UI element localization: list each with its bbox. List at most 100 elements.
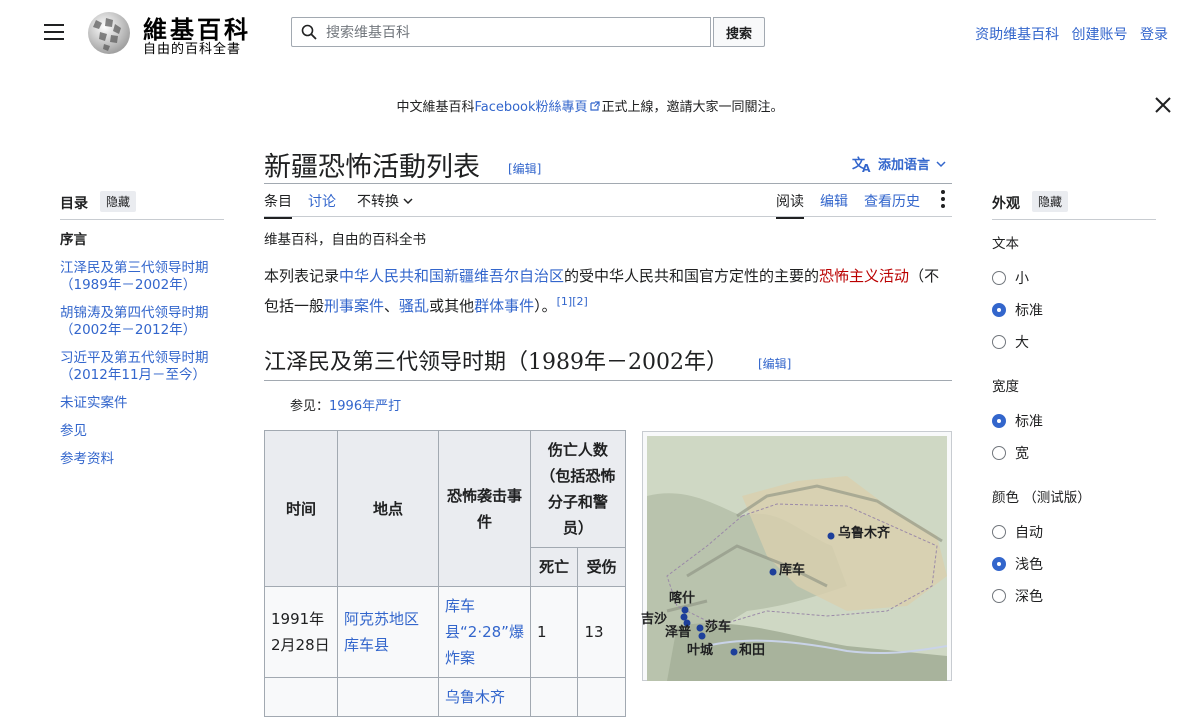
cell-time <box>264 677 338 717</box>
radio-button[interactable] <box>992 335 1006 349</box>
width-label: 宽度 <box>992 379 1019 395</box>
more-options-icon[interactable] <box>940 189 946 209</box>
map-label-kashgar: 喀什 <box>669 591 696 606</box>
radio-color-light[interactable]: 浅色 <box>992 554 1043 574</box>
radio-button[interactable] <box>992 446 1006 460</box>
section-edit-link[interactable]: [编辑] <box>758 355 791 372</box>
link-1996-strike-hard[interactable]: 1996年严打 <box>329 399 401 414</box>
radio-button-selected[interactable] <box>992 303 1006 317</box>
radio-text-small[interactable]: 小 <box>992 268 1029 288</box>
banner-prefix: 中文維基百科 <box>396 100 475 115</box>
tab-talk[interactable]: 讨论 <box>308 191 336 211</box>
cell-time: 1991年2月28日 <box>264 586 338 678</box>
from-wikipedia-tagline: 维基百科，自由的百科全书 <box>264 232 426 248</box>
cell-event-link[interactable]: 库车县“2·28”爆炸案 <box>438 586 531 678</box>
radio-button-selected[interactable] <box>992 414 1006 428</box>
login-link[interactable]: 登录 <box>1140 27 1168 43</box>
section-heading: 江泽民及第三代领导时期（1989年－2002年） <box>264 350 728 375</box>
appearance-divider <box>992 219 1156 220</box>
toc-item-hu-era[interactable]: 胡锦涛及第四代领导时期（2002年－2012年） <box>60 305 235 339</box>
cell-injuries: 13 <box>577 586 626 678</box>
radio-button[interactable] <box>992 589 1006 603</box>
table-row: 1991年2月28日 阿克苏地区库车县 库车县“2·28”爆炸案 1 13 <box>264 586 626 678</box>
th-place: 地点 <box>337 430 439 587</box>
toc-hide-button[interactable]: 隐藏 <box>100 191 137 212</box>
link-riot[interactable]: 骚乱 <box>399 297 429 315</box>
wikipedia-globe-logo[interactable] <box>84 10 134 56</box>
toc-item-see-also[interactable]: 参见 <box>60 423 235 440</box>
toc-item-references[interactable]: 参考资料 <box>60 451 235 468</box>
th-deaths: 死亡 <box>529 547 579 587</box>
language-icon: 文 A <box>852 156 871 173</box>
title-edit-link[interactable]: [编辑] <box>508 160 541 177</box>
cell-deaths: 1 <box>529 586 579 678</box>
radio-button[interactable] <box>992 271 1006 285</box>
map-label-kargilik: 叶城 <box>687 643 714 658</box>
radio-text-large[interactable]: 大 <box>992 332 1029 352</box>
radio-text-standard[interactable]: 标准 <box>992 300 1043 320</box>
intro-paragraph: 本列表记录中华人民共和国新疆维吾尔自治区的受中华人民共和国官方定性的主要的恐怖主… <box>264 267 940 315</box>
map-label-hotan: 和田 <box>739 643 766 658</box>
reference-links[interactable]: [1][2] <box>557 295 588 308</box>
search-input[interactable] <box>324 22 698 44</box>
toc-item-xi-era[interactable]: 习近平及第五代领导时期（2012年11月－至今） <box>60 350 235 384</box>
th-casualties: 伤亡人数（包括恐怖分子和警员） <box>529 430 626 548</box>
cell-deaths <box>529 677 579 717</box>
banner-suffix: 正式上線，邀請大家一同關注。 <box>601 100 784 115</box>
external-link-icon <box>589 101 600 111</box>
link-xinjiang[interactable]: 中华人民共和国新疆维吾尔自治区 <box>339 267 564 285</box>
map-label-urumqi: 乌鲁木齐 <box>838 526 891 541</box>
cell-event-link[interactable]: 乌鲁木齐 <box>438 677 531 717</box>
cell-place-link[interactable]: 阿克苏地区库车县 <box>337 586 439 678</box>
search-icon <box>301 24 317 40</box>
link-mass-incident[interactable]: 群体事件 <box>474 297 534 315</box>
radio-color-dark[interactable]: 深色 <box>992 586 1043 606</box>
radio-color-auto[interactable]: 自动 <box>992 522 1043 542</box>
toc-item-jiang-era[interactable]: 江泽民及第三代领导时期（1989年－2002年） <box>60 260 235 294</box>
th-time: 时间 <box>264 430 338 587</box>
tab-read[interactable]: 阅读 <box>776 191 804 219</box>
radio-button-selected[interactable] <box>992 557 1006 571</box>
cell-place-link[interactable] <box>337 677 439 717</box>
user-links: 资助维基百科 创建账号 登录 <box>967 24 1168 44</box>
variant-label: 不转换 <box>357 194 399 210</box>
radio-width-wide[interactable]: 宽 <box>992 443 1029 463</box>
incidents-table: 时间 地点 恐怖袭击事件 伤亡人数（包括恐怖分子和警员） 死亡 受伤 1991年… <box>264 430 626 717</box>
appearance-hide-button[interactable]: 隐藏 <box>1032 191 1069 212</box>
chevron-down-icon <box>936 160 946 167</box>
toc-divider <box>60 219 224 220</box>
chevron-down-icon <box>403 198 413 205</box>
link-criminal-case[interactable]: 刑事案件 <box>324 297 384 315</box>
th-event: 恐怖袭击事件 <box>438 430 531 587</box>
variant-dropdown[interactable]: 不转换 <box>357 191 413 211</box>
toc-list: 序言 江泽民及第三代领导时期（1989年－2002年） 胡锦涛及第四代领导时期（… <box>60 232 235 479</box>
color-label: 颜色 （测试版） <box>992 490 1091 506</box>
add-languages-button[interactable]: 文 A 添加语言 <box>852 154 946 173</box>
tabs-divider <box>264 216 952 217</box>
donate-link[interactable]: 资助维基百科 <box>975 27 1059 43</box>
cell-injuries <box>577 677 626 717</box>
close-icon[interactable] <box>1154 96 1172 114</box>
xinjiang-map[interactable]: 乌鲁木齐 库车 喀什 吉沙 泽普 莎车 叶城 和田 <box>641 431 952 681</box>
banner-facebook-link[interactable]: Facebook粉絲專頁 <box>474 100 587 115</box>
search-box[interactable] <box>291 17 711 47</box>
tab-edit[interactable]: 编辑 <box>820 191 848 211</box>
tab-article[interactable]: 条目 <box>264 191 292 219</box>
see-also-note: 参见：1996年严打 <box>290 399 402 414</box>
add-languages-label: 添加语言 <box>878 158 931 173</box>
logo-tagline: 自由的百科全書 <box>143 42 242 57</box>
link-terrorism[interactable]: 恐怖主义活动 <box>819 267 909 285</box>
map-label-zepu: 泽普 <box>665 625 692 640</box>
create-account-link[interactable]: 创建账号 <box>1072 27 1128 43</box>
search-button[interactable]: 搜索 <box>713 17 765 47</box>
radio-button[interactable] <box>992 525 1006 539</box>
radio-width-standard[interactable]: 标准 <box>992 411 1043 431</box>
tab-history[interactable]: 查看历史 <box>864 191 920 211</box>
map-label-yarkant: 莎车 <box>705 620 732 635</box>
toc-title: 目录 <box>60 196 88 212</box>
table-row: 乌鲁木齐 <box>264 677 626 717</box>
toc-item-unverified[interactable]: 未证实案件 <box>60 395 235 412</box>
main-menu-button[interactable] <box>44 24 64 42</box>
toc-item-intro[interactable]: 序言 <box>60 232 235 249</box>
text-size-label: 文本 <box>992 236 1019 252</box>
